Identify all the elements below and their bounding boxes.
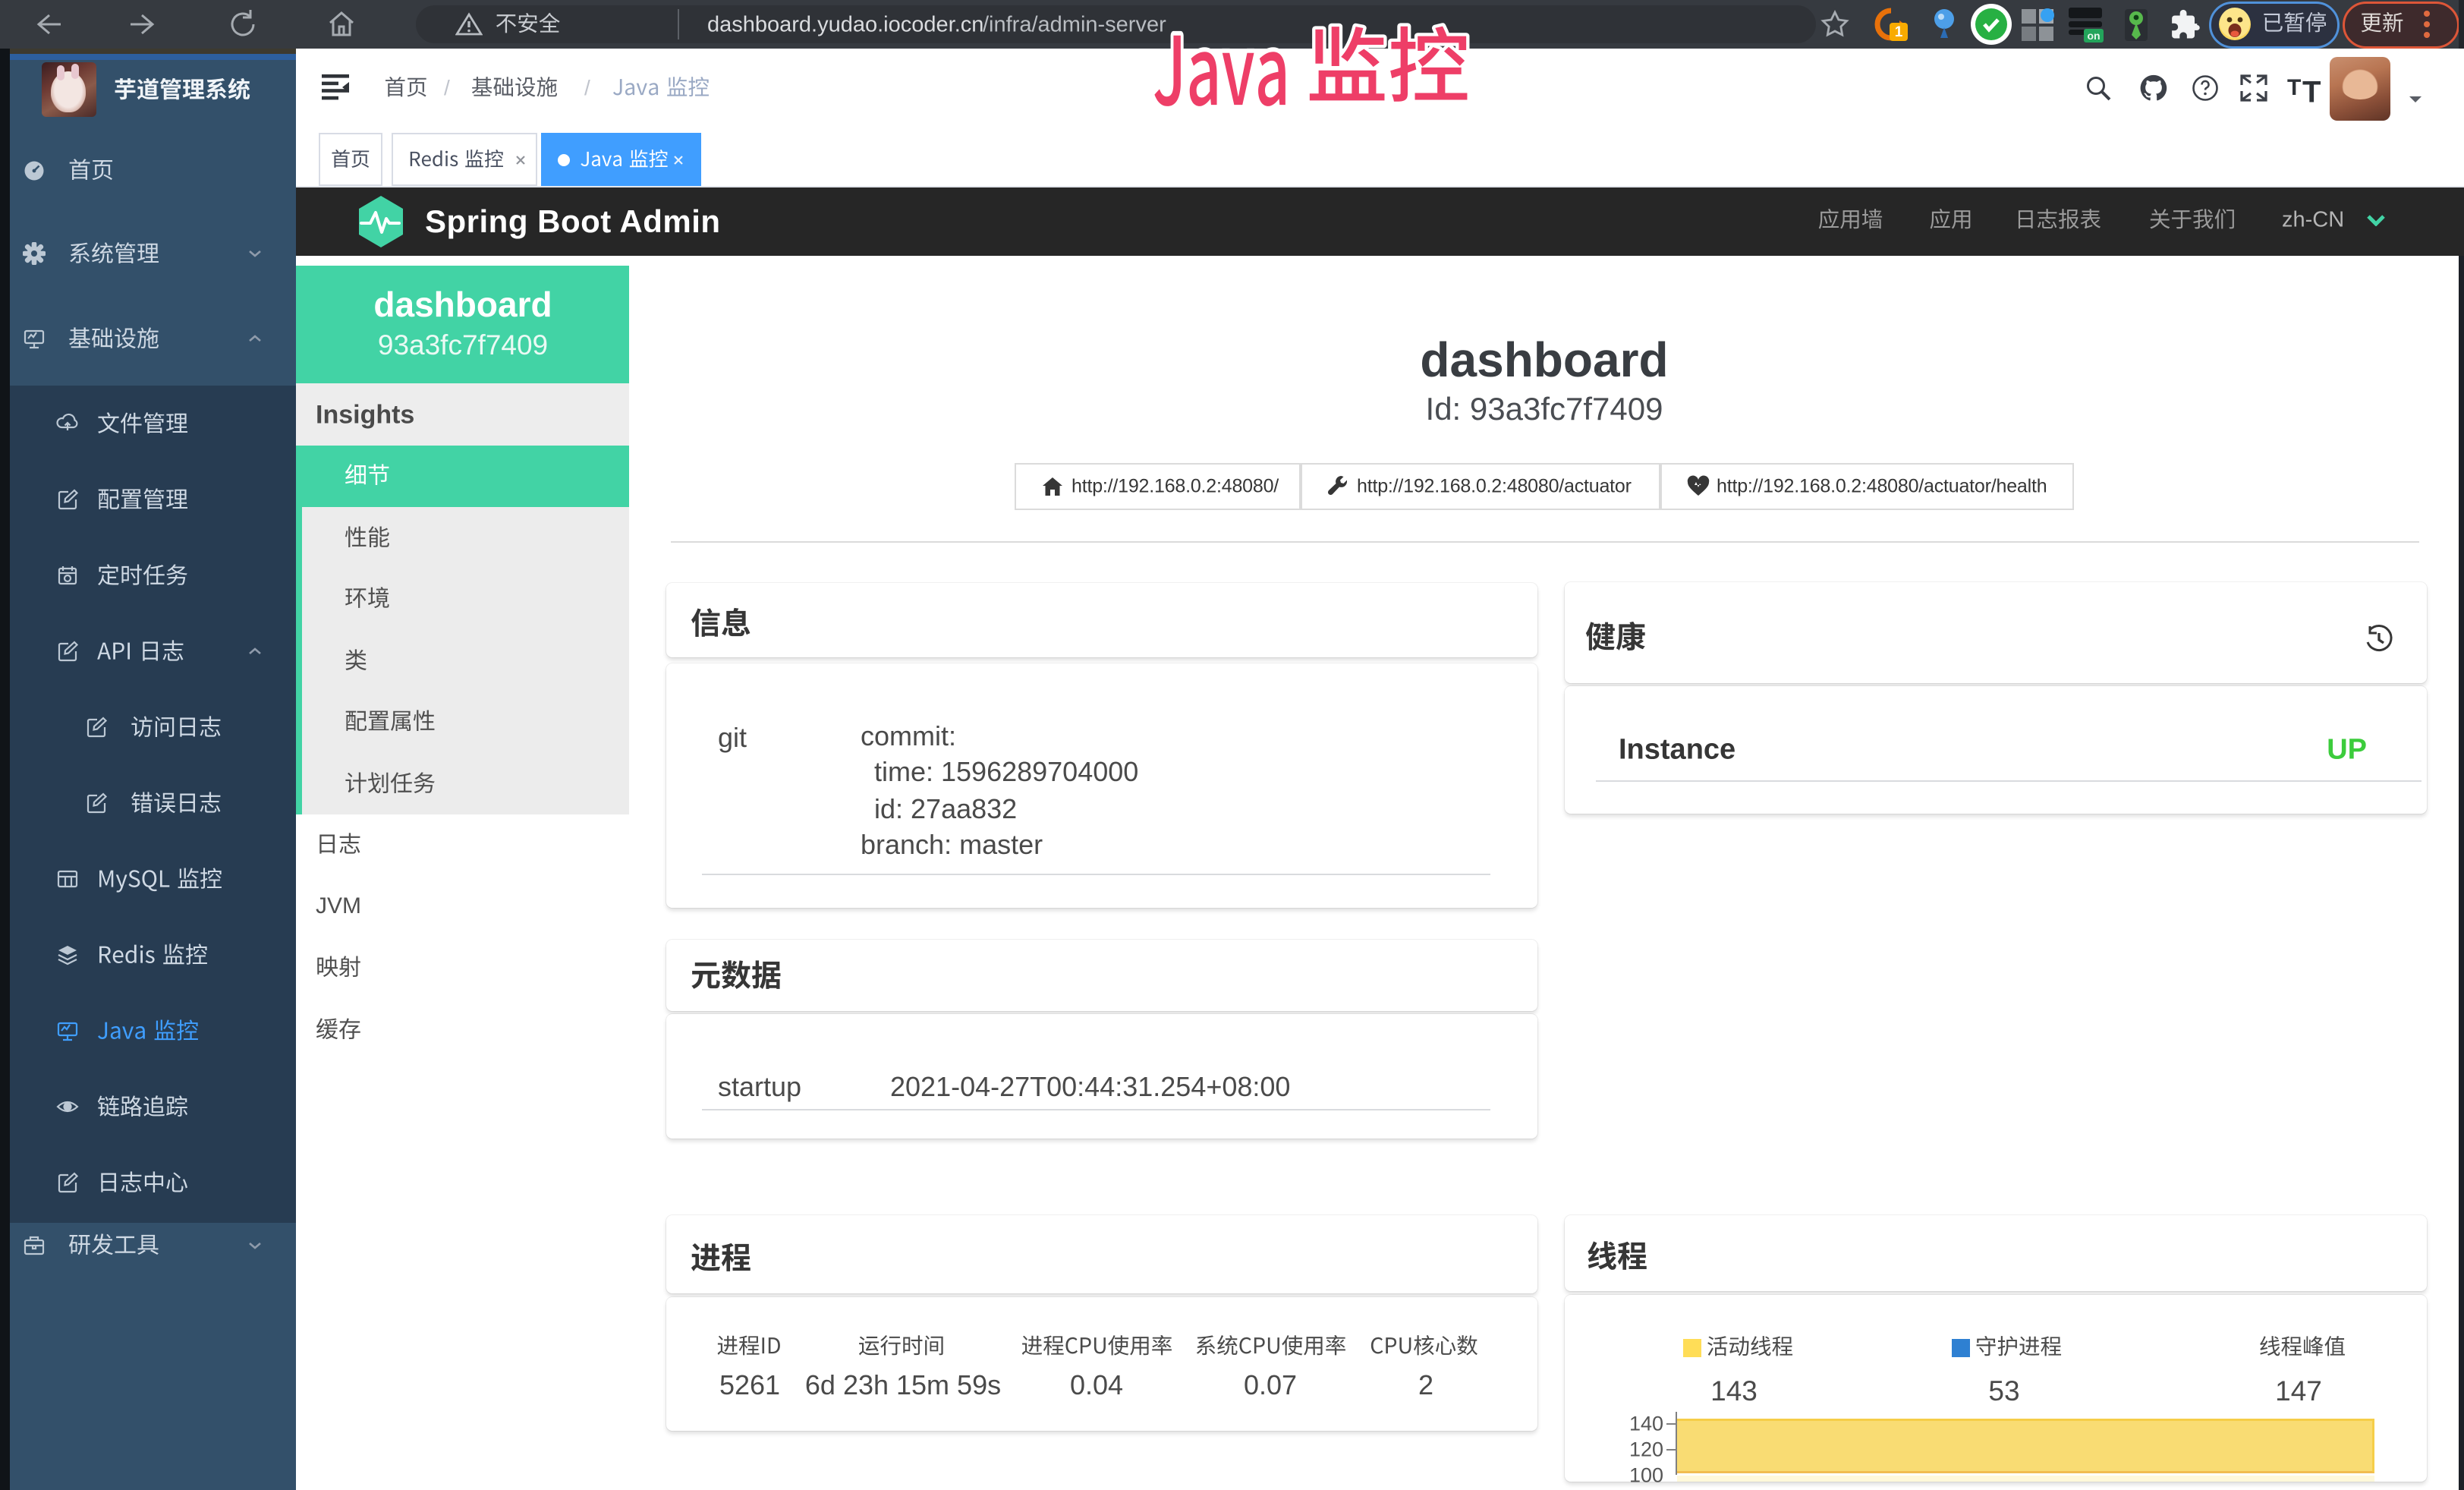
- svg-text:on: on: [2087, 30, 2100, 42]
- svg-text:1: 1: [1895, 24, 1903, 40]
